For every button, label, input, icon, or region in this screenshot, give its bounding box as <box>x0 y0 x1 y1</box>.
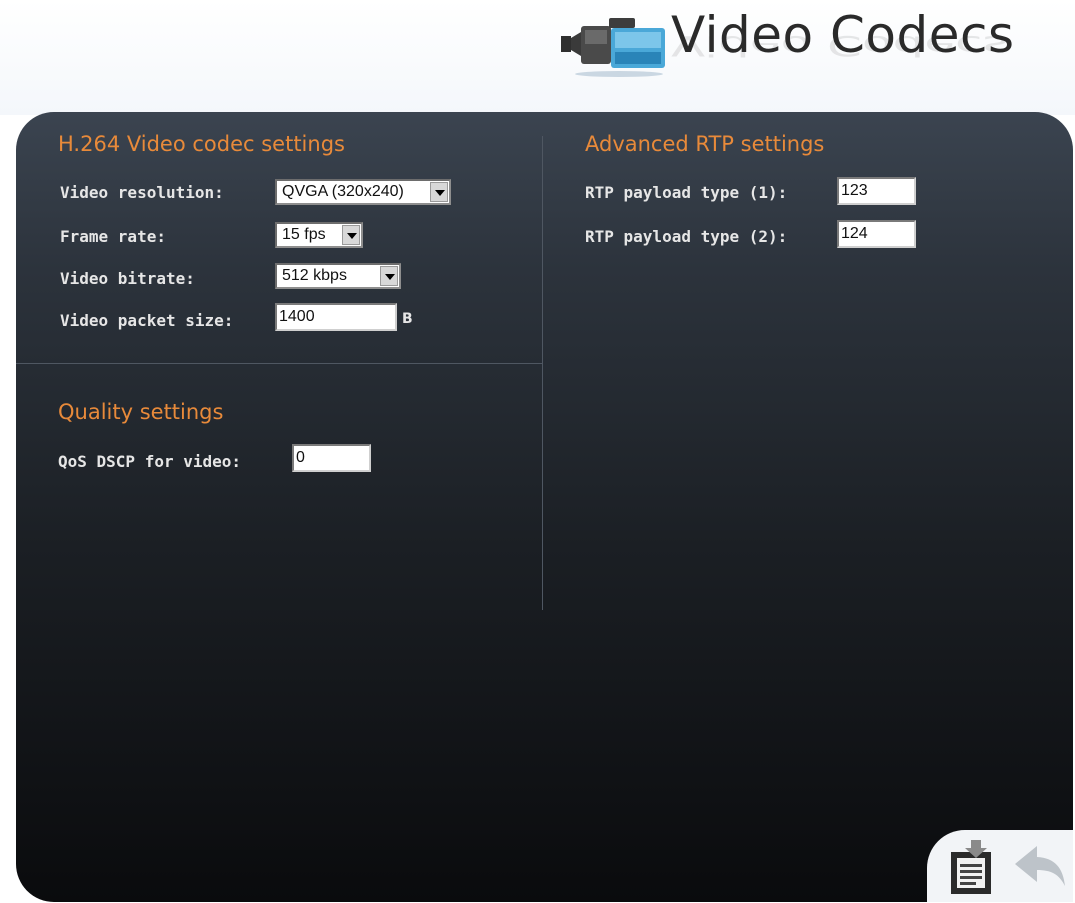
action-bar <box>927 830 1073 902</box>
section-divider <box>16 363 542 364</box>
video-resolution-select[interactable]: QVGA (320x240) <box>275 179 451 205</box>
page-title: Video Codecs <box>671 6 1015 64</box>
packet-size-unit: B <box>402 311 413 327</box>
video-packet-size-label: Video packet size: <box>60 311 234 330</box>
h264-section-title: H.264 Video codec settings <box>58 132 345 156</box>
save-icon[interactable] <box>947 838 997 896</box>
video-resolution-label: Video resolution: <box>60 183 224 202</box>
rtp-payload-type-2-input[interactable] <box>837 220 916 248</box>
chevron-down-icon[interactable] <box>380 266 398 286</box>
frame-rate-label: Frame rate: <box>60 227 166 246</box>
quality-section-title: Quality settings <box>58 400 224 424</box>
video-bitrate-value: 512 kbps <box>282 267 347 284</box>
video-bitrate-label: Video bitrate: <box>60 269 195 288</box>
frame-rate-select[interactable]: 15 fps <box>275 222 363 248</box>
back-arrow-icon[interactable] <box>1013 840 1067 890</box>
rtp-payload-type-2-label: RTP payload type (2): <box>585 227 788 246</box>
rtp-payload-type-1-input[interactable] <box>837 177 916 205</box>
page-header: Video Codecs Video Codecs <box>537 6 1057 98</box>
rtp-section-title: Advanced RTP settings <box>585 132 825 156</box>
chevron-down-icon[interactable] <box>342 225 360 245</box>
video-packet-size-input[interactable] <box>275 303 397 331</box>
video-resolution-value: QVGA (320x240) <box>282 183 404 200</box>
chevron-down-icon[interactable] <box>430 182 448 202</box>
settings-panel: H.264 Video codec settings Video resolut… <box>16 112 1073 902</box>
column-divider <box>542 136 543 610</box>
qos-dscp-label: QoS DSCP for video: <box>58 452 242 471</box>
qos-dscp-input[interactable] <box>292 444 371 472</box>
video-bitrate-select[interactable]: 512 kbps <box>275 263 401 289</box>
rtp-payload-type-1-label: RTP payload type (1): <box>585 183 788 202</box>
frame-rate-value: 15 fps <box>282 226 326 243</box>
video-codecs-page: Video Codecs Video Codecs H.264 Video co… <box>0 0 1075 903</box>
video-camera-icon <box>561 18 665 77</box>
